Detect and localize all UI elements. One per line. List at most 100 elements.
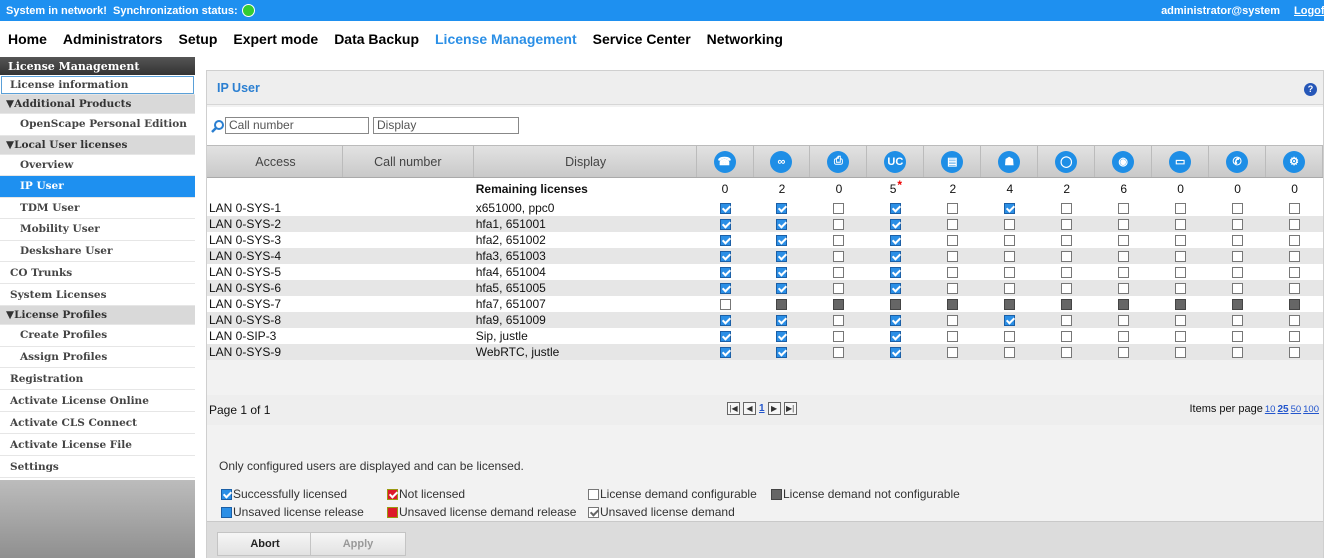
license-checkbox[interactable]	[1004, 330, 1016, 342]
license-checkbox[interactable]	[890, 250, 902, 262]
col-license[interactable]: ◉	[1095, 146, 1153, 177]
license-checkbox[interactable]	[1175, 346, 1187, 358]
items-per-page-50[interactable]: 50	[1291, 404, 1302, 415]
menu-setup[interactable]: Setup	[178, 31, 217, 47]
license-checkbox[interactable]	[1004, 234, 1016, 246]
license-checkbox[interactable]	[719, 218, 731, 230]
license-checkbox[interactable]	[947, 314, 959, 326]
license-checkbox[interactable]	[776, 202, 788, 214]
license-checkbox[interactable]	[776, 346, 788, 358]
license-checkbox[interactable]	[1061, 202, 1073, 214]
license-checkbox[interactable]	[947, 266, 959, 278]
license-checkbox[interactable]	[1061, 346, 1073, 358]
sidebar-item-activate-license-file[interactable]: Activate License File	[0, 434, 195, 456]
col-license[interactable]: ✆	[1209, 146, 1267, 177]
license-checkbox[interactable]	[1118, 218, 1130, 230]
license-checkbox[interactable]	[719, 346, 731, 358]
license-checkbox[interactable]	[1289, 218, 1301, 230]
display-filter[interactable]: Display	[373, 117, 519, 134]
license-checkbox[interactable]	[719, 202, 731, 214]
license-checkbox[interactable]	[833, 346, 845, 358]
sidebar-item-activate-cls-connect[interactable]: Activate CLS Connect	[0, 412, 195, 434]
license-checkbox[interactable]	[890, 330, 902, 342]
license-checkbox[interactable]	[890, 266, 902, 278]
col-license[interactable]: ☗	[981, 146, 1039, 177]
prev-page-button[interactable]: ◀	[743, 402, 756, 415]
col-license[interactable]: ⚙	[1266, 146, 1324, 177]
license-checkbox[interactable]	[1061, 250, 1073, 262]
license-checkbox[interactable]	[776, 234, 788, 246]
license-checkbox[interactable]	[719, 250, 731, 262]
sidebar-item-settings[interactable]: Settings	[0, 456, 195, 478]
license-checkbox[interactable]	[719, 282, 731, 294]
license-checkbox[interactable]	[890, 282, 902, 294]
license-checkbox[interactable]	[1004, 266, 1016, 278]
license-checkbox[interactable]	[1289, 202, 1301, 214]
license-checkbox[interactable]	[1232, 282, 1244, 294]
license-checkbox[interactable]	[833, 330, 845, 342]
license-checkbox[interactable]	[776, 266, 788, 278]
license-checkbox[interactable]	[1232, 202, 1244, 214]
sidebar-item-system-licenses[interactable]: System Licenses	[0, 284, 195, 306]
license-checkbox[interactable]	[1004, 346, 1016, 358]
license-checkbox[interactable]	[947, 218, 959, 230]
license-checkbox[interactable]	[776, 250, 788, 262]
license-checkbox[interactable]	[719, 330, 731, 342]
license-checkbox[interactable]	[1175, 250, 1187, 262]
license-checkbox[interactable]	[833, 234, 845, 246]
help-icon[interactable]: ?	[1304, 83, 1317, 96]
license-checkbox[interactable]	[1175, 218, 1187, 230]
license-checkbox[interactable]	[1175, 234, 1187, 246]
license-checkbox[interactable]	[833, 202, 845, 214]
col-license[interactable]: ▭	[1152, 146, 1210, 177]
menu-license-management[interactable]: License Management	[435, 31, 577, 47]
license-checkbox[interactable]	[719, 298, 731, 310]
col-license[interactable]: ☎	[697, 146, 754, 177]
license-checkbox[interactable]	[776, 330, 788, 342]
sidebar-item-deskshare-user[interactable]: Deskshare User	[0, 241, 195, 262]
col-display[interactable]: Display	[474, 146, 697, 177]
license-checkbox[interactable]	[1118, 234, 1130, 246]
license-checkbox[interactable]	[1004, 250, 1016, 262]
col-call-number[interactable]: Call number	[343, 146, 474, 177]
sidebar-item-mobility-user[interactable]: Mobility User	[0, 219, 195, 241]
apply-button[interactable]: Apply	[310, 532, 406, 556]
license-checkbox[interactable]	[1061, 218, 1073, 230]
license-checkbox[interactable]	[890, 202, 902, 214]
license-checkbox[interactable]	[833, 266, 845, 278]
license-checkbox[interactable]	[833, 282, 845, 294]
menu-home[interactable]: Home	[8, 31, 47, 47]
license-checkbox[interactable]	[1175, 282, 1187, 294]
first-page-button[interactable]: |◀	[727, 402, 740, 415]
license-checkbox[interactable]	[947, 202, 959, 214]
license-checkbox[interactable]	[1232, 266, 1244, 278]
license-checkbox[interactable]	[1004, 218, 1016, 230]
license-checkbox[interactable]	[1175, 202, 1187, 214]
col-license[interactable]: UC	[867, 146, 925, 177]
license-checkbox[interactable]	[1061, 330, 1073, 342]
license-checkbox[interactable]	[890, 234, 902, 246]
license-checkbox[interactable]	[1061, 282, 1073, 294]
license-checkbox[interactable]	[947, 250, 959, 262]
sidebar-item-co-trunks[interactable]: CO Trunks	[0, 262, 195, 284]
license-checkbox[interactable]	[776, 218, 788, 230]
menu-data-backup[interactable]: Data Backup	[334, 31, 419, 47]
sidebar-item-openscape-personal-edition[interactable]: OpenScape Personal Edition	[0, 114, 195, 136]
license-checkbox[interactable]	[1118, 330, 1130, 342]
license-checkbox[interactable]	[1289, 346, 1301, 358]
license-checkbox[interactable]	[1289, 330, 1301, 342]
items-per-page-100[interactable]: 100	[1303, 404, 1319, 415]
col-license[interactable]: ∞	[754, 146, 811, 177]
sidebar-item-local-user-licenses[interactable]: ▼Local User licenses	[0, 135, 195, 155]
current-page-link[interactable]: 1	[759, 403, 765, 414]
sidebar-item-tdm-user[interactable]: TDM User	[0, 198, 195, 219]
license-checkbox[interactable]	[1175, 330, 1187, 342]
license-checkbox[interactable]	[1232, 314, 1244, 326]
license-checkbox[interactable]	[1232, 346, 1244, 358]
license-checkbox[interactable]	[1232, 218, 1244, 230]
col-access[interactable]: Access	[207, 146, 343, 177]
license-checkbox[interactable]	[1118, 346, 1130, 358]
license-checkbox[interactable]	[1232, 250, 1244, 262]
license-checkbox[interactable]	[890, 346, 902, 358]
col-license[interactable]: ◯	[1038, 146, 1096, 177]
